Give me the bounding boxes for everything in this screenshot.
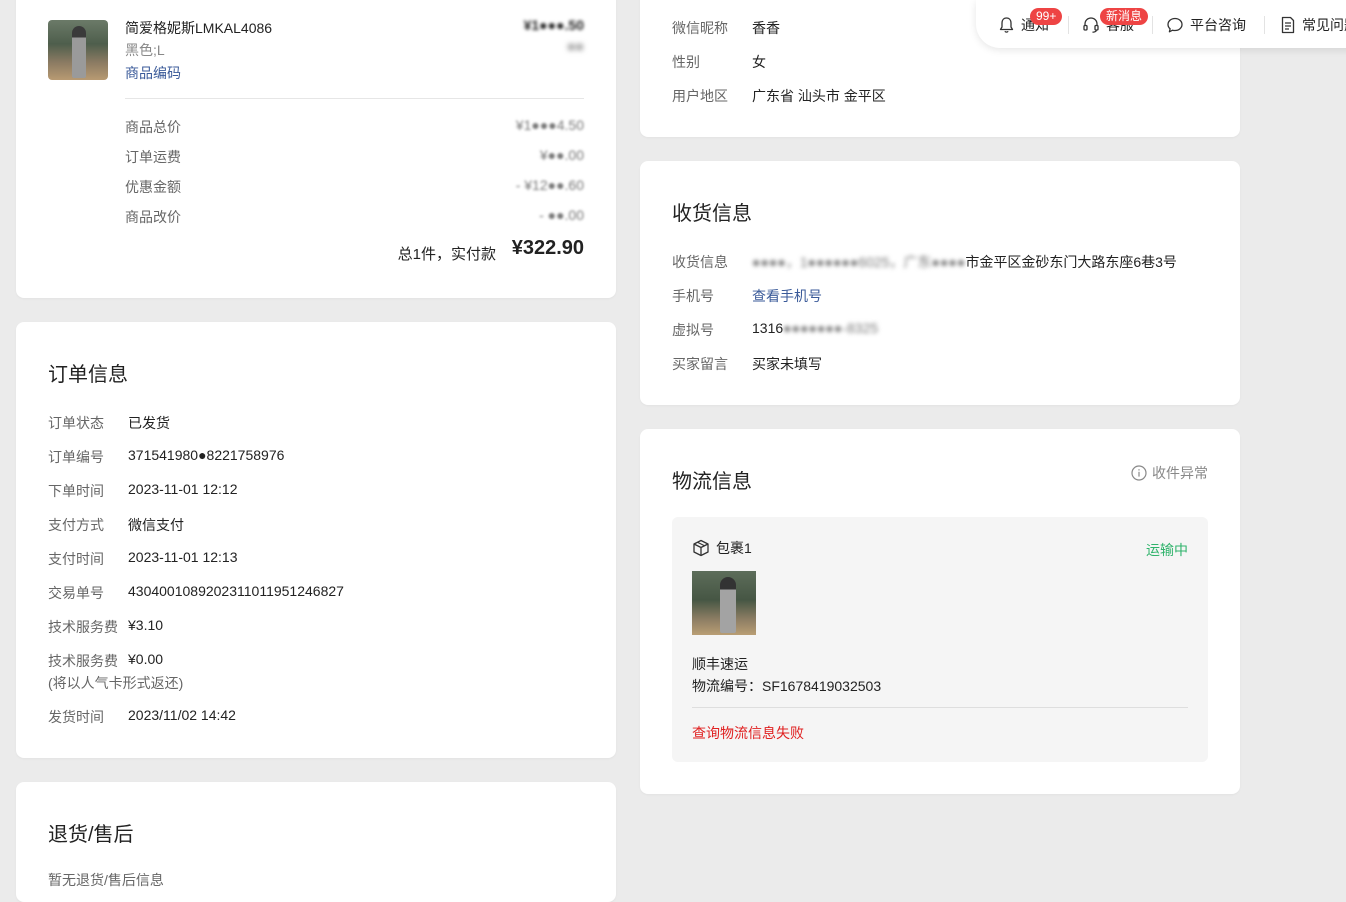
service-fee-value: ¥3.10 bbox=[128, 617, 164, 633]
notification-badge: 99+ bbox=[1030, 8, 1063, 25]
order-field-label: 发货时间 bbox=[48, 709, 104, 725]
user-field-label: 用户地区 bbox=[672, 88, 728, 104]
order-field-label: 技术服务费 bbox=[48, 653, 118, 669]
info-circle-icon bbox=[1131, 465, 1147, 481]
receiver-field-label: 虚拟号 bbox=[672, 322, 714, 338]
order-time-value: 2023-11-01 12:12 bbox=[128, 481, 238, 497]
receipt-exception-label: 收件异常 bbox=[1152, 465, 1208, 481]
order-status-value: 已发货 bbox=[128, 415, 170, 431]
tracking-number[interactable]: 物流编号：SF1678419032503 bbox=[692, 676, 881, 696]
order-field-label: 支付时间 bbox=[48, 551, 104, 567]
package-status: 运输中 bbox=[1146, 542, 1188, 558]
service-fee-refund-value: ¥0.00 bbox=[128, 651, 164, 667]
order-field-label: 支付方式 bbox=[48, 517, 104, 533]
user-field-label: 微信昵称 bbox=[672, 20, 728, 36]
new-message-badge: 新消息 bbox=[1100, 8, 1149, 25]
summary-label: 优惠金额 bbox=[125, 179, 181, 195]
package-name: 包裹1 bbox=[716, 540, 752, 556]
product-thumbnail[interactable] bbox=[48, 20, 108, 80]
virtual-number-value: 1316●●●●●●●-8325 bbox=[752, 320, 878, 336]
order-field-label: 订单编号 bbox=[48, 449, 104, 465]
after-sale-subtext: 暂无退货/售后信息 bbox=[48, 872, 164, 888]
product-spec: 黑色;L bbox=[125, 42, 165, 58]
after-sale-card: 退货/售后 暂无退货/售后信息 bbox=[16, 782, 616, 902]
topbar-separator bbox=[1068, 16, 1069, 34]
order-number-value[interactable]: 371541980●8221758976 bbox=[128, 447, 284, 463]
service-fee-note: (将以人气卡形式返还) bbox=[48, 675, 184, 691]
total-prefix: 总1件，实付款 bbox=[397, 246, 496, 263]
receiver-field-label: 收货信息 bbox=[672, 254, 728, 270]
summary-value: ¥1●●●4.50 bbox=[515, 117, 584, 133]
product-card: 简爱格妮斯LMKAL4086 黑色;L 商品编码 ¥1●●●.50 ●● 商品总… bbox=[16, 0, 616, 298]
summary-value: ¥●●.00 bbox=[539, 147, 584, 163]
view-phone-link[interactable]: 查看手机号 bbox=[752, 286, 822, 306]
total-amount: ¥322.90 bbox=[511, 237, 584, 259]
chat-bubble-icon bbox=[1166, 16, 1184, 34]
package-header: 包裹1 bbox=[692, 538, 752, 558]
top-action-bar: 通知 99+ 客服 新消息 平台咨询 常见问题 bbox=[976, 0, 1346, 48]
package-divider bbox=[692, 707, 1188, 708]
receiver-address-value[interactable]: ●●●●，1●●●●●●6025，广东●●●●市金平区金砂东门大路东座6巷3号 bbox=[752, 252, 1177, 272]
order-field-label: 下单时间 bbox=[48, 483, 104, 499]
product-divider bbox=[125, 98, 584, 99]
wechat-nickname-value: 香香 bbox=[752, 20, 780, 36]
virtual-number-prefix: 1316 bbox=[752, 320, 784, 336]
transaction-number-value[interactable]: 4304001089202311011951246827 bbox=[128, 583, 344, 599]
logistics-query-error[interactable]: 查询物流信息失败 bbox=[692, 723, 804, 743]
product-price: ¥1●●●.50 bbox=[523, 17, 584, 33]
bell-icon bbox=[998, 16, 1015, 34]
payment-time-value: 2023-11-01 12:13 bbox=[128, 549, 238, 565]
document-icon bbox=[1280, 16, 1296, 34]
receiver-card: 收货信息 收货信息 ●●●●，1●●●●●●6025，广东●●●●市金平区金砂东… bbox=[640, 161, 1240, 405]
topbar-separator bbox=[1152, 16, 1153, 34]
receiver-address-masked: ●●●●，1●●●●●●6025，广东●●●● bbox=[752, 254, 966, 270]
faq-button[interactable]: 常见问题 bbox=[1280, 14, 1346, 36]
order-field-label: 交易单号 bbox=[48, 585, 104, 601]
gender-value: 女 bbox=[752, 54, 766, 70]
package-box-icon bbox=[692, 539, 710, 557]
carrier-name: 顺丰速运 bbox=[692, 656, 748, 672]
receiver-address-text: 市金平区金砂东门大路东座6巷3号 bbox=[965, 254, 1177, 270]
summary-label: 商品总价 bbox=[125, 119, 181, 135]
package-panel: 包裹1 运输中 顺丰速运 物流编号：SF1678419032503 查询物流信息… bbox=[672, 517, 1208, 762]
after-sale-title: 退货/售后 bbox=[48, 824, 134, 846]
order-field-label: 技术服务费 bbox=[48, 619, 118, 635]
ship-time-value: 2023/11/02 14:42 bbox=[128, 707, 236, 723]
receiver-title: 收货信息 bbox=[672, 203, 752, 225]
buyer-message-value: 买家未填写 bbox=[752, 356, 822, 372]
summary-value: - ¥12●●.60 bbox=[515, 177, 584, 193]
receiver-field-label: 手机号 bbox=[672, 288, 714, 304]
product-name[interactable]: 简爱格妮斯LMKAL4086 bbox=[125, 18, 272, 38]
order-info-card: 订单信息 订单状态 已发货 订单编号 371541980●8221758976 … bbox=[16, 322, 616, 758]
summary-label: 商品改价 bbox=[125, 209, 181, 225]
product-qty: ●● bbox=[567, 38, 584, 54]
product-code-link[interactable]: 商品编码 bbox=[125, 63, 181, 83]
receipt-exception-button[interactable]: 收件异常 bbox=[1131, 463, 1208, 483]
virtual-number-masked: ●●●●●●●-8325 bbox=[783, 320, 879, 336]
order-info-title: 订单信息 bbox=[48, 364, 128, 386]
topbar-separator bbox=[1264, 16, 1265, 34]
user-region-value: 广东省 汕头市 金平区 bbox=[752, 88, 886, 104]
headset-icon bbox=[1082, 16, 1100, 34]
faq-label: 常见问题 bbox=[1302, 17, 1346, 33]
payment-method-value: 微信支付 bbox=[128, 517, 184, 533]
logistics-title: 物流信息 bbox=[672, 471, 752, 493]
summary-value: - ●●.00 bbox=[539, 207, 584, 223]
order-field-label: 订单状态 bbox=[48, 415, 104, 431]
summary-label: 订单运费 bbox=[125, 149, 181, 165]
receiver-field-label: 买家留言 bbox=[672, 356, 728, 372]
platform-consult-button[interactable]: 平台咨询 bbox=[1166, 14, 1246, 36]
user-field-label: 性别 bbox=[672, 54, 700, 70]
package-thumbnail[interactable] bbox=[692, 571, 756, 635]
platform-consult-label: 平台咨询 bbox=[1190, 17, 1246, 33]
